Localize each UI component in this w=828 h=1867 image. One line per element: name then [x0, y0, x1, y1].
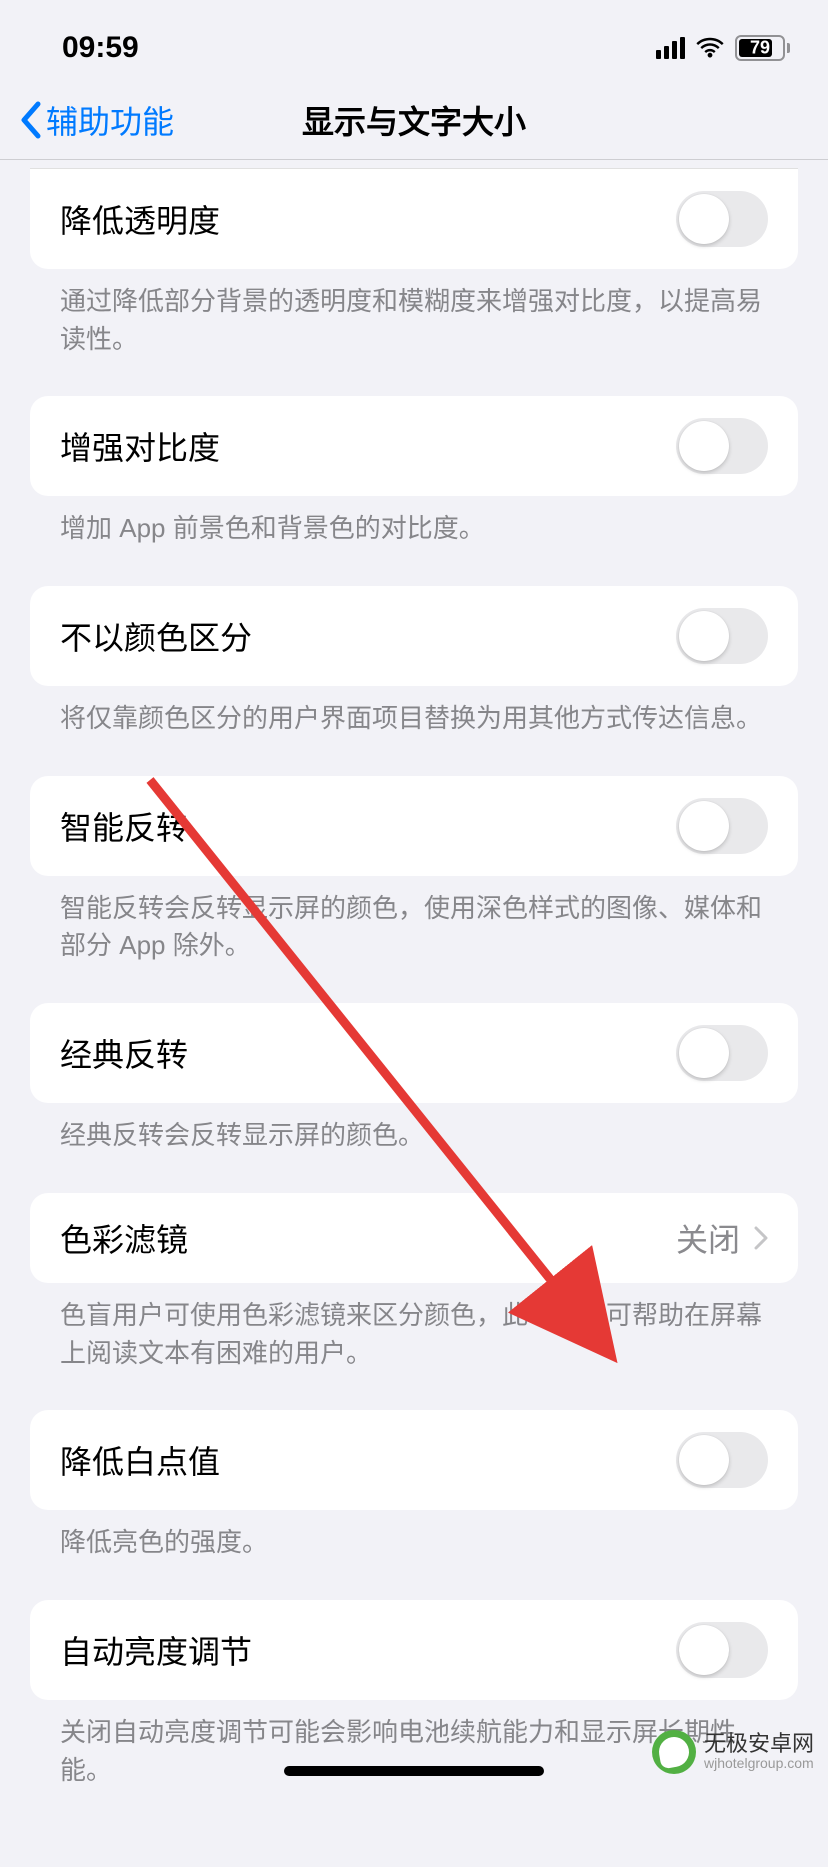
- navigation-bar: 辅助功能 显示与文字大小: [0, 80, 828, 160]
- cell-label: 降低透明度: [60, 196, 220, 242]
- footer-text: 智能反转会反转显示屏的颜色，使用深色样式的图像、媒体和部分 App 除外。: [30, 876, 798, 965]
- cell-reduce-transparency[interactable]: 降低透明度: [30, 168, 798, 269]
- footer-text: 通过降低部分背景的透明度和模糊度来增强对比度，以提高易读性。: [30, 269, 798, 358]
- cell-label: 智能反转: [60, 803, 188, 849]
- cell-smart-invert[interactable]: 智能反转: [30, 776, 798, 876]
- cell-differentiate-without-color[interactable]: 不以颜色区分: [30, 586, 798, 686]
- cell-label: 降低白点值: [60, 1437, 220, 1483]
- back-button[interactable]: 辅助功能: [18, 97, 174, 143]
- home-indicator[interactable]: [284, 1766, 544, 1776]
- group-differentiate-without-color: 不以颜色区分 将仅靠颜色区分的用户界面项目替换为用其他方式传达信息。: [30, 586, 798, 738]
- group-color-filters: 色彩滤镜 关闭 色盲用户可使用色彩滤镜来区分颜色，此功能还可帮助在屏幕上阅读文本…: [30, 1193, 798, 1372]
- toggle-increase-contrast[interactable]: [676, 418, 768, 474]
- chevron-right-icon: [754, 1226, 768, 1250]
- status-time: 09:59: [62, 31, 139, 65]
- toggle-reduce-white-point[interactable]: [676, 1432, 768, 1488]
- toggle-differentiate-without-color[interactable]: [676, 608, 768, 664]
- battery-icon: 79: [735, 35, 790, 61]
- cell-label: 自动亮度调节: [60, 1627, 252, 1673]
- cell-label: 色彩滤镜: [60, 1215, 188, 1261]
- group-reduce-transparency: 降低透明度 通过降低部分背景的透明度和模糊度来增强对比度，以提高易读性。: [30, 168, 798, 358]
- cell-color-filters[interactable]: 色彩滤镜 关闭: [30, 1193, 798, 1283]
- footer-text: 色盲用户可使用色彩滤镜来区分颜色，此功能还可帮助在屏幕上阅读文本有困难的用户。: [30, 1283, 798, 1372]
- cell-value: 关闭: [676, 1215, 740, 1261]
- cell-label: 不以颜色区分: [60, 613, 252, 659]
- group-reduce-white-point: 降低白点值 降低亮色的强度。: [30, 1410, 798, 1562]
- status-bar: 09:59 79: [0, 0, 828, 80]
- status-right: 79: [656, 35, 790, 61]
- chevron-left-icon: [18, 101, 42, 139]
- cell-classic-invert[interactable]: 经典反转: [30, 1003, 798, 1103]
- toggle-reduce-transparency[interactable]: [676, 191, 768, 247]
- footer-text: 增加 App 前景色和背景色的对比度。: [30, 496, 798, 548]
- watermark: 无极安卓网 wjhotelgroup.com: [652, 1730, 814, 1774]
- back-label: 辅助功能: [46, 97, 174, 143]
- cellular-signal-icon: [656, 37, 685, 59]
- group-classic-invert: 经典反转 经典反转会反转显示屏的颜色。: [30, 1003, 798, 1155]
- page-title: 显示与文字大小: [302, 97, 526, 143]
- group-increase-contrast: 增强对比度 增加 App 前景色和背景色的对比度。: [30, 396, 798, 548]
- footer-text: 将仅靠颜色区分的用户界面项目替换为用其他方式传达信息。: [30, 686, 798, 738]
- watermark-cn: 无极安卓网: [704, 1732, 814, 1756]
- toggle-classic-invert[interactable]: [676, 1025, 768, 1081]
- settings-content: 降低透明度 通过降低部分背景的透明度和模糊度来增强对比度，以提高易读性。 增强对…: [0, 168, 828, 1867]
- watermark-logo-icon: [652, 1730, 696, 1774]
- toggle-auto-brightness[interactable]: [676, 1622, 768, 1678]
- cell-reduce-white-point[interactable]: 降低白点值: [30, 1410, 798, 1510]
- toggle-smart-invert[interactable]: [676, 798, 768, 854]
- watermark-en: wjhotelgroup.com: [704, 1756, 814, 1771]
- cell-auto-brightness[interactable]: 自动亮度调节: [30, 1600, 798, 1700]
- footer-text: 经典反转会反转显示屏的颜色。: [30, 1103, 798, 1155]
- cell-label: 增强对比度: [60, 423, 220, 469]
- cell-increase-contrast[interactable]: 增强对比度: [30, 396, 798, 496]
- cell-label: 经典反转: [60, 1030, 188, 1076]
- wifi-icon: [695, 37, 725, 59]
- footer-text: 降低亮色的强度。: [30, 1510, 798, 1562]
- group-smart-invert: 智能反转 智能反转会反转显示屏的颜色，使用深色样式的图像、媒体和部分 App 除…: [30, 776, 798, 965]
